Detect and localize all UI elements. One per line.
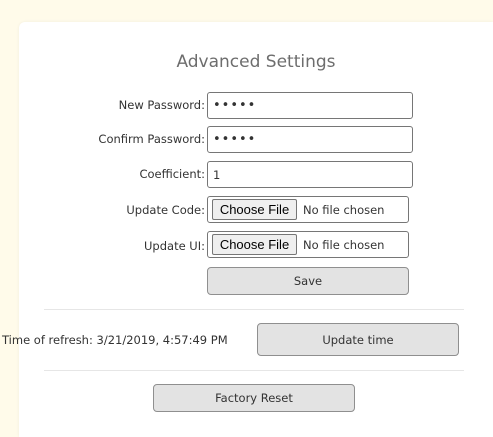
update-ui-file-status: No file chosen xyxy=(303,238,385,252)
coefficient-label: Coefficient: xyxy=(139,167,205,181)
refresh-time-text: Time of refresh: 3/21/2019, 4:57:49 PM xyxy=(2,333,228,347)
update-ui-choose-file-button[interactable]: Choose File xyxy=(212,234,297,255)
divider xyxy=(44,370,464,371)
update-ui-file-input[interactable]: Choose File No file chosen xyxy=(207,231,409,258)
confirm-password-field[interactable] xyxy=(207,126,413,153)
update-code-file-status: No file chosen xyxy=(303,203,385,217)
confirm-password-label: Confirm Password: xyxy=(98,132,205,146)
factory-reset-button[interactable]: Factory Reset xyxy=(153,384,355,412)
coefficient-field[interactable] xyxy=(207,161,413,188)
update-code-choose-file-button[interactable]: Choose File xyxy=(212,199,297,220)
settings-card xyxy=(19,22,493,437)
update-time-button[interactable]: Update time xyxy=(257,323,459,356)
update-code-label: Update Code: xyxy=(126,203,205,217)
divider xyxy=(44,309,464,310)
save-button[interactable]: Save xyxy=(207,267,409,295)
update-ui-label: Update UI: xyxy=(144,239,205,253)
page-title: Advanced Settings xyxy=(176,52,336,72)
update-code-file-input[interactable]: Choose File No file chosen xyxy=(207,196,409,223)
new-password-field[interactable] xyxy=(207,92,413,119)
new-password-label: New Password: xyxy=(118,98,205,112)
